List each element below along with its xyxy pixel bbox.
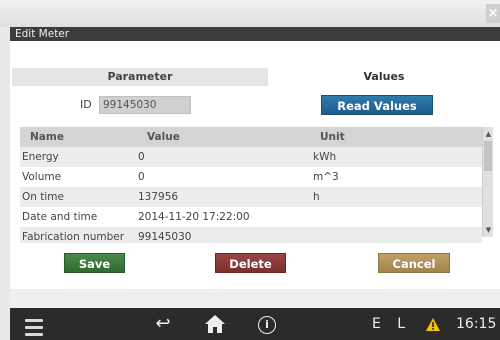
back-icon[interactable]: ↩ [152,308,174,340]
cell-value: 0 [138,171,145,183]
top-bar: × [0,0,500,27]
status-indicator: E L [372,316,412,332]
cell-name: On time [22,191,64,203]
taskbar: ↩ i E L 16:15 [10,308,500,340]
table-row[interactable]: Fabrication number 99145030 [20,227,482,243]
table-header: Name Value Unit [20,127,482,147]
column-header-name[interactable]: Name [30,127,64,147]
save-button[interactable]: Save [64,253,125,273]
cell-value: 99145030 [138,231,192,243]
id-label: ID [80,98,92,111]
home-icon[interactable] [203,308,227,340]
table-scrollbar[interactable]: ▲ ▼ [482,127,493,237]
table-row[interactable]: Date and time 2014-11-20 17:22:00 [20,207,482,227]
scroll-thumb[interactable] [484,141,492,171]
clock: 16:15 [456,316,497,332]
menu-icon[interactable] [25,308,47,340]
id-field[interactable]: 99145030 [99,96,191,114]
scroll-down-icon[interactable]: ▼ [483,223,494,237]
cell-name: Fabrication number [22,231,125,243]
cell-name: Energy [22,151,59,163]
cell-value: 0 [138,151,145,163]
read-values-button[interactable]: Read Values [321,95,433,115]
tab-values[interactable]: Values [268,68,500,86]
info-icon[interactable]: i [256,308,278,340]
table-row[interactable]: Energy 0 kWh [20,147,482,167]
scroll-up-icon[interactable]: ▲ [483,127,494,141]
tab-parameter[interactable]: Parameter [12,68,268,86]
close-button[interactable]: × [486,4,500,23]
table-row[interactable]: Volume 0 m^3 [20,167,482,187]
cell-name: Volume [22,171,62,183]
values-table: Name Value Unit Energy 0 kWh Volume 0 m^… [20,127,482,243]
cell-value: 2014-11-20 17:22:00 [138,211,250,223]
table-row[interactable]: On time 137956 h [20,187,482,207]
cell-value: 137956 [138,191,179,203]
dialog-footer [10,289,500,308]
edit-meter-dialog: Parameter Values ID 99145030 Read Values… [10,41,500,289]
delete-button[interactable]: Delete [215,253,286,273]
cell-name: Date and time [22,211,98,223]
cell-unit: m^3 [313,171,339,183]
cancel-button[interactable]: Cancel [378,253,450,273]
cell-unit: kWh [313,151,337,163]
warning-icon[interactable] [424,308,442,340]
table-body: Energy 0 kWh Volume 0 m^3 On time 137956… [20,147,482,243]
column-header-value[interactable]: Value [147,127,180,147]
column-header-unit[interactable]: Unit [320,127,345,147]
dialog-title: Edit Meter [10,27,500,41]
cell-unit: h [313,191,320,203]
